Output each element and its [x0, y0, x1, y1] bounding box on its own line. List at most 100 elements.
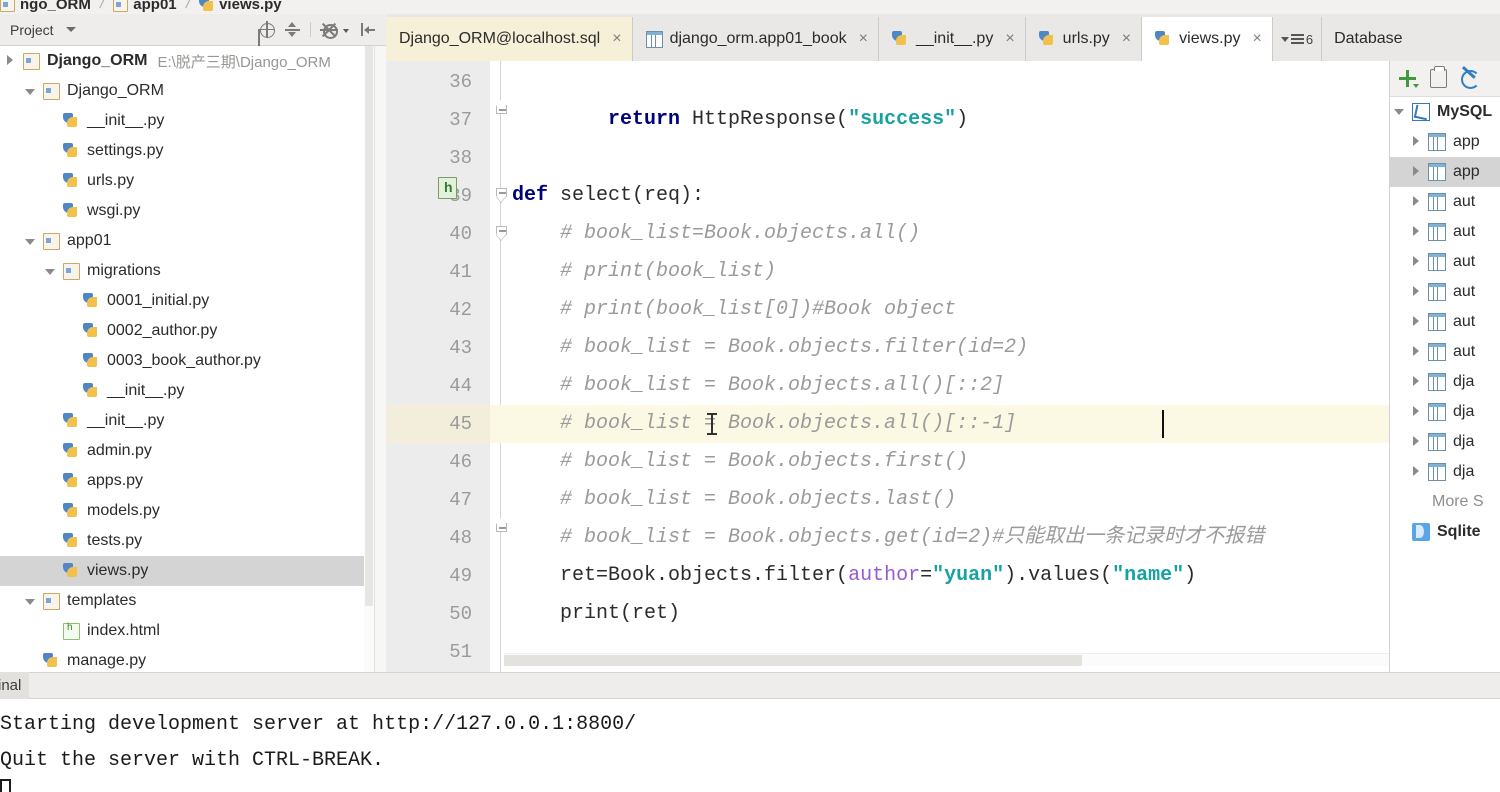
tree-row[interactable]: templates	[0, 586, 374, 616]
tree-twisty-icon[interactable]	[1410, 286, 1423, 299]
database-tree-row[interactable]: aut	[1390, 307, 1500, 337]
code-fold-icon[interactable]	[496, 188, 507, 202]
tree-row[interactable]: index.html	[0, 616, 374, 646]
database-tree-row[interactable]: aut	[1390, 217, 1500, 247]
tree-twisty-icon[interactable]	[1410, 166, 1423, 179]
code-fold-icon[interactable]	[496, 226, 507, 240]
database-tree-row[interactable]: aut	[1390, 187, 1500, 217]
add-data-source-icon[interactable]	[1398, 69, 1419, 88]
tree-twisty-icon[interactable]	[1410, 466, 1423, 479]
breadcrumb-item-1[interactable]: app01	[113, 0, 177, 13]
tree-twisty-icon[interactable]	[24, 85, 37, 98]
tree-row[interactable]: __init__.py	[0, 406, 374, 436]
database-tree-row[interactable]: dja	[1390, 457, 1500, 487]
editor-tab-django-orm-app01-book[interactable]: django_orm.app01_book ×	[632, 17, 879, 61]
code-fold-icon[interactable]	[496, 100, 507, 118]
tree-twisty-icon[interactable]	[1410, 226, 1423, 239]
editor-tab-urls-py[interactable]: urls.py ×	[1025, 17, 1143, 61]
database-tree-row[interactable]: aut	[1390, 337, 1500, 367]
tree-twisty-icon[interactable]	[1410, 346, 1423, 359]
collapse-all-icon[interactable]	[284, 21, 301, 38]
tree-row[interactable]: urls.py	[0, 166, 374, 196]
editor-horizontal-scrollbar[interactable]	[504, 653, 1468, 666]
database-tree-row[interactable]: dja	[1390, 427, 1500, 457]
tree-twisty-icon[interactable]	[44, 265, 57, 278]
code-line[interactable]: 43 # book_list = Book.objects.filter(id=…	[386, 329, 1500, 367]
database-tree-row[interactable]: aut	[1390, 277, 1500, 307]
hide-panel-icon[interactable]	[359, 21, 376, 38]
close-icon[interactable]: ×	[1253, 30, 1262, 48]
tree-row[interactable]: views.py	[0, 556, 374, 586]
tree-row[interactable]: 0003_book_author.py	[0, 346, 374, 376]
close-icon[interactable]: ×	[1005, 30, 1014, 48]
project-tree-scrollbar[interactable]	[364, 46, 374, 672]
copy-icon[interactable]	[1430, 66, 1447, 88]
code-line[interactable]: 46 # book_list = Book.objects.first()	[386, 443, 1500, 481]
tree-row[interactable]: Django_ORM	[0, 76, 374, 106]
tree-twisty-icon[interactable]	[1410, 256, 1423, 269]
tree-twisty-icon[interactable]	[1394, 106, 1407, 119]
code-line[interactable]: 39 def select(req):	[386, 177, 1500, 215]
database-tree-row[interactable]: Sqlite	[1390, 517, 1500, 547]
database-tree-row[interactable]: MySQL	[1390, 97, 1500, 127]
code-line[interactable]: 37 return HttpResponse("success")	[386, 100, 1500, 139]
tree-row[interactable]: wsgi.py	[0, 196, 374, 226]
code-fold-icon[interactable]	[496, 518, 507, 536]
chevron-down-icon[interactable]	[343, 21, 350, 38]
tree-twisty-icon[interactable]	[1410, 406, 1423, 419]
tree-row[interactable]: manage.py	[0, 646, 374, 672]
tabs-overflow-button[interactable]: 6	[1273, 17, 1323, 61]
code-line[interactable]: 41 # print(book_list)	[386, 253, 1500, 291]
database-tree-row[interactable]: app	[1390, 127, 1500, 157]
tree-twisty-icon[interactable]	[24, 235, 37, 248]
tree-row[interactable]: __init__.py	[0, 376, 374, 406]
database-tree[interactable]: MySQL app app aut aut aut aut aut aut dja dja dja dj…	[1390, 97, 1500, 672]
close-icon[interactable]: ×	[859, 30, 868, 48]
tab-terminal[interactable]: inal	[0, 672, 30, 699]
tree-row[interactable]: 0002_author.py	[0, 316, 374, 346]
code-line[interactable]: 48 # book_list = Book.objects.get(id=2)#…	[386, 518, 1500, 557]
code-editor[interactable]: 36 37 return HttpResponse("success") 38 39 d…	[386, 61, 1500, 672]
code-line[interactable]: 42 # print(book_list[0])#Book object	[386, 291, 1500, 329]
editor-tab-django-orm-localhost-sql[interactable]: Django_ORM@localhost.sql ×	[386, 17, 633, 61]
project-tree[interactable]: Django_ORM E:\脱产三期\Django_ORM Django_ORM __…	[0, 46, 374, 672]
code-line[interactable]: 47 # book_list = Book.objects.last()	[386, 481, 1500, 519]
database-tool-window-label[interactable]: Database	[1322, 17, 1413, 61]
code-line[interactable]: 36	[386, 63, 1500, 101]
tree-twisty-icon[interactable]	[1410, 136, 1423, 149]
breadcrumb-item-2[interactable]: views.py	[199, 0, 282, 13]
tree-row[interactable]: 0001_initial.py	[0, 286, 374, 316]
locate-file-icon[interactable]	[258, 21, 275, 38]
tree-row[interactable]: admin.py	[0, 436, 374, 466]
database-tree-row[interactable]: dja	[1390, 397, 1500, 427]
html-template-icon[interactable]	[438, 177, 457, 199]
tree-twisty-icon[interactable]	[1410, 376, 1423, 389]
tree-row[interactable]: __init__.py	[0, 106, 374, 136]
tree-twisty-icon[interactable]	[1410, 316, 1423, 329]
editor-tab-views-py[interactable]: views.py ×	[1142, 17, 1273, 61]
database-tree-row[interactable]: aut	[1390, 247, 1500, 277]
editor-tab--init-py[interactable]: __init__.py ×	[878, 17, 1026, 61]
tree-twisty-icon[interactable]	[24, 595, 37, 608]
database-tree-row[interactable]: dja	[1390, 367, 1500, 397]
chevron-down-icon[interactable]	[65, 27, 76, 32]
close-icon[interactable]: ×	[612, 30, 621, 48]
tree-row[interactable]: app01	[0, 226, 374, 256]
code-line[interactable]: 44 # book_list = Book.objects.all()[::2]	[386, 367, 1500, 405]
more-schemas-link[interactable]: More S	[1390, 487, 1500, 517]
tree-row[interactable]: settings.py	[0, 136, 374, 166]
terminal-output[interactable]: Starting development server at http://12…	[0, 699, 1500, 792]
close-icon[interactable]: ×	[1122, 30, 1131, 48]
code-line[interactable]: 40 # book_list=Book.objects.all()	[386, 215, 1500, 253]
tree-twisty-icon[interactable]	[1410, 196, 1423, 209]
breadcrumb-item-0[interactable]: ngo_ORM	[0, 0, 91, 13]
tree-row[interactable]: models.py	[0, 496, 374, 526]
tree-row[interactable]: tests.py	[0, 526, 374, 556]
code-line[interactable]: 38	[386, 139, 1500, 177]
tree-row[interactable]: apps.py	[0, 466, 374, 496]
code-line[interactable]: 49 ret=Book.objects.filter(author="yuan"…	[386, 557, 1500, 595]
tree-twisty-icon[interactable]	[1410, 436, 1423, 449]
tree-row[interactable]: Django_ORM E:\脱产三期\Django_ORM	[0, 46, 374, 76]
code-line[interactable]: 50 print(ret)	[386, 595, 1500, 633]
database-tree-row[interactable]: app	[1390, 157, 1500, 187]
